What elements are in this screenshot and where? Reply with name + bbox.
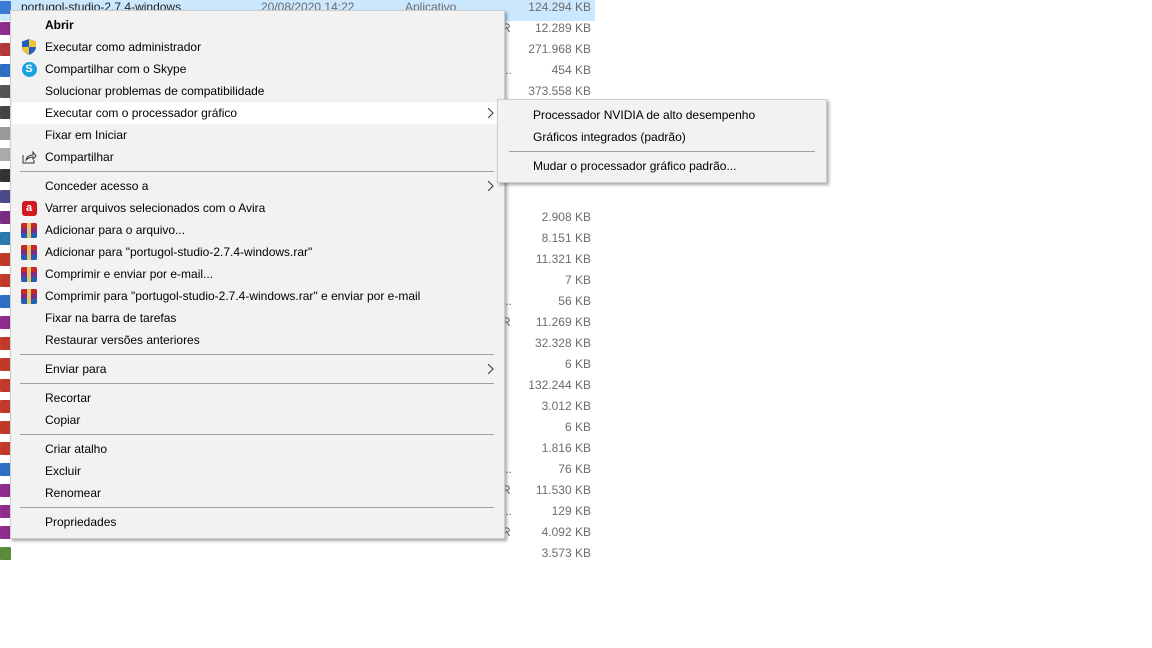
menu-item-avira-scan[interactable]: a Varrer arquivos selecionados com o Avi…: [12, 197, 503, 219]
file-size: 1.816 KB: [541, 441, 591, 455]
menu-item-properties[interactable]: Propriedades: [12, 511, 503, 533]
winrar-icon: [21, 222, 37, 238]
menu-separator: [509, 151, 815, 152]
menu-item-add-to-rar[interactable]: Adicionar para "portugol-studio-2.7.4-wi…: [12, 241, 503, 263]
menu-item-label: Adicionar para o arquivo...: [45, 223, 186, 237]
menu-item-run-as-admin[interactable]: Executar como administrador: [12, 36, 503, 58]
menu-separator: [20, 383, 494, 384]
menu-item-label: Executar como administrador: [45, 40, 202, 54]
file-size: 6 KB: [564, 420, 591, 434]
menu-item-pin-taskbar[interactable]: Fixar na barra de tarefas: [12, 307, 503, 329]
file-size: 6 KB: [564, 357, 591, 371]
menu-separator: [20, 507, 494, 508]
submenu-item-change-default[interactable]: Mudar o processador gráfico padrão...: [499, 155, 825, 177]
menu-item-label: Recortar: [45, 391, 92, 405]
avira-icon: a: [21, 200, 37, 216]
menu-item-label: Fixar em Iniciar: [45, 128, 128, 142]
menu-item-label: Enviar para: [45, 362, 107, 376]
file-size: 454 KB: [551, 63, 591, 77]
gpu-submenu: Processador NVIDIA de alto desempenho Gr…: [497, 99, 827, 183]
menu-item-create-shortcut[interactable]: Criar atalho: [12, 438, 503, 460]
menu-item-label: Comprimir para "portugol-studio-2.7.4-wi…: [45, 289, 421, 303]
menu-item-label: Executar com o processador gráfico: [45, 106, 238, 120]
menu-item-label: Solucionar problemas de compatibilidade: [45, 84, 265, 98]
menu-item-label: Compartilhar com o Skype: [45, 62, 187, 76]
menu-item-run-with-gpu[interactable]: Executar com o processador gráfico: [12, 102, 503, 124]
menu-item-open[interactable]: Abrir: [12, 14, 503, 36]
submenu-item-label: Gráficos integrados (padrão): [533, 130, 686, 144]
submenu-item-label: Processador NVIDIA de alto desempenho: [533, 108, 756, 122]
chevron-right-icon: [487, 364, 494, 374]
menu-item-label: Copiar: [45, 413, 81, 427]
menu-item-label: Comprimir e enviar por e-mail...: [45, 267, 214, 281]
menu-item-restore-versions[interactable]: Restaurar versões anteriores: [12, 329, 503, 351]
file-size: 129 KB: [551, 504, 591, 518]
menu-item-troubleshoot[interactable]: Solucionar problemas de compatibilidade: [12, 80, 503, 102]
menu-item-compress-email[interactable]: Comprimir e enviar por e-mail...: [12, 263, 503, 285]
menu-separator: [20, 171, 494, 172]
file-size: 76 KB: [558, 462, 591, 476]
chevron-right-icon: [487, 108, 494, 118]
menu-item-copy[interactable]: Copiar: [12, 409, 503, 431]
file-icon: [0, 547, 11, 560]
file-size: 124.294 KB: [528, 0, 591, 14]
menu-item-label: Excluir: [45, 464, 82, 478]
menu-item-label: Conceder acesso a: [45, 179, 149, 193]
file-row[interactable]: 3.573 KB: [0, 543, 595, 564]
menu-item-label: Fixar na barra de tarefas: [45, 311, 177, 325]
menu-item-cut[interactable]: Recortar: [12, 387, 503, 409]
menu-separator: [20, 354, 494, 355]
file-size: 56 KB: [558, 294, 591, 308]
share-icon: [21, 149, 37, 165]
submenu-item-nvidia[interactable]: Processador NVIDIA de alto desempenho: [499, 104, 825, 126]
winrar-icon: [21, 244, 37, 260]
menu-item-compress-rar-email[interactable]: Comprimir para "portugol-studio-2.7.4-wi…: [12, 285, 503, 307]
menu-item-label: Restaurar versões anteriores: [45, 333, 200, 347]
menu-item-grant-access[interactable]: Conceder acesso a: [12, 175, 503, 197]
file-size: 2.908 KB: [541, 210, 591, 224]
shield-icon: [21, 39, 37, 55]
file-size: 32.328 KB: [534, 336, 591, 350]
context-menu: Abrir Executar como administrador S Comp…: [10, 10, 505, 539]
menu-item-label: Criar atalho: [45, 442, 108, 456]
menu-item-pin-start[interactable]: Fixar em Iniciar: [12, 124, 503, 146]
file-size: 3.573 KB: [541, 546, 591, 560]
winrar-icon: [21, 266, 37, 282]
submenu-item-integrated[interactable]: Gráficos integrados (padrão): [499, 126, 825, 148]
menu-item-share-skype[interactable]: S Compartilhar com o Skype: [12, 58, 503, 80]
menu-item-send-to[interactable]: Enviar para: [12, 358, 503, 380]
menu-item-label: Varrer arquivos selecionados com o Avira: [45, 201, 266, 215]
chevron-right-icon: [487, 181, 494, 191]
file-size: 12.289 KB: [534, 21, 591, 35]
menu-item-label: Abrir: [45, 18, 74, 32]
menu-separator: [20, 434, 494, 435]
menu-item-rename[interactable]: Renomear: [12, 482, 503, 504]
menu-item-label: Propriedades: [45, 515, 117, 529]
file-size: 7 KB: [564, 273, 591, 287]
winrar-icon: [21, 288, 37, 304]
submenu-item-label: Mudar o processador gráfico padrão...: [533, 159, 737, 173]
file-size: 132.244 KB: [528, 378, 591, 392]
file-size: 11.269 KB: [535, 315, 591, 329]
menu-item-add-to-archive[interactable]: Adicionar para o arquivo...: [12, 219, 503, 241]
menu-item-label: Compartilhar: [45, 150, 114, 164]
menu-item-share[interactable]: Compartilhar: [12, 146, 503, 168]
menu-item-label: Renomear: [45, 486, 102, 500]
menu-item-label: Adicionar para "portugol-studio-2.7.4-wi…: [45, 245, 313, 259]
file-size: 4.092 KB: [541, 525, 591, 539]
skype-icon: S: [21, 61, 37, 77]
file-size: 8.151 KB: [541, 231, 591, 245]
file-size: 3.012 KB: [541, 399, 591, 413]
menu-item-delete[interactable]: Excluir: [12, 460, 503, 482]
file-size: 11.530 KB: [535, 483, 591, 497]
file-size: 271.968 KB: [528, 42, 591, 56]
file-size: 373.558 KB: [528, 84, 591, 98]
file-size: 11.321 KB: [535, 252, 591, 266]
